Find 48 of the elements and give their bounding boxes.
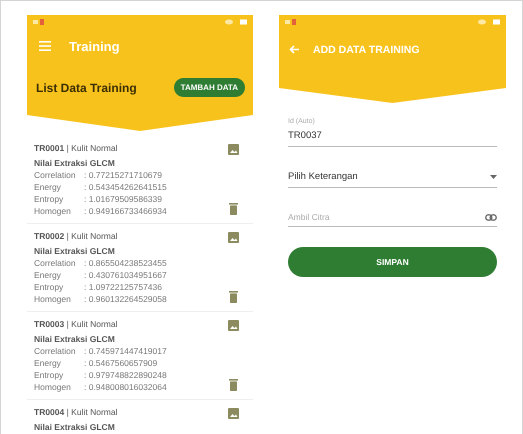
dropdown-field[interactable]: Pilih Keterangan (288, 171, 497, 188)
image-icon[interactable] (228, 320, 239, 331)
record-heading: TR0003 | Kulit Normal (34, 318, 118, 330)
record-heading: TR0004 | Kulit Normal (34, 406, 118, 418)
feature-name: Homogen (34, 293, 72, 305)
feature-value: : 0.979748822890248 (84, 369, 167, 381)
dropdown-caret-icon (490, 174, 497, 178)
feature-name: Entropy (34, 281, 64, 293)
feature-value: : 0.865504238523455 (84, 257, 167, 269)
feature-value: : 0.543454262641515 (84, 181, 167, 193)
save-button[interactable]: SIMPAN (288, 247, 497, 277)
section-title: List Data Training (36, 80, 137, 94)
feature-name: Energy (34, 357, 62, 369)
feature-name: Energy (34, 269, 62, 281)
record-heading: TR0001 | Kulit Normal (34, 142, 118, 154)
feature-value: : 0.430761034951667 (84, 269, 167, 281)
feature-value: : 0.5467560657909 (84, 357, 158, 369)
trash-icon[interactable] (229, 379, 238, 391)
extraction-heading: Nilai Extraksi GLCM (34, 421, 115, 433)
feature-name: Homogen (34, 205, 72, 217)
extraction-heading: Nilai Extraksi GLCM (34, 333, 115, 345)
record-heading: TR0002 | Kulit Normal (34, 230, 118, 242)
feature-name: Homogen (34, 381, 72, 393)
feature-value: : 0.949166733466934 (84, 205, 167, 217)
image-icon[interactable] (228, 144, 239, 155)
feature-value: : 0.745971447419017 (84, 345, 167, 357)
screen-title: ADD DATA TRAINING (313, 44, 420, 56)
extraction-heading: Nilai Extraksi GLCM (34, 245, 115, 257)
feature-value: : 0.960132264529058 (84, 293, 167, 305)
feature-name: Correlation (34, 257, 77, 269)
feature-name: Correlation (34, 169, 77, 181)
trash-icon[interactable] (229, 291, 238, 303)
feature-name: Entropy (34, 193, 64, 205)
feature-name: Entropy (34, 369, 64, 381)
trash-icon[interactable] (229, 203, 238, 215)
screen-title: Training (69, 38, 120, 54)
feature-value: : 1.09722125757436 (84, 281, 162, 293)
field-value: TR0037 (288, 130, 322, 141)
feature-value: : 1.01679509586339 (84, 193, 162, 205)
feature-value: : 0.948008016032064 (84, 381, 167, 393)
image-icon[interactable] (228, 408, 239, 419)
feature-name: Energy (34, 181, 62, 193)
image-icon[interactable] (228, 232, 239, 243)
extraction-heading: Nilai Extraksi GLCM (34, 157, 115, 169)
link-icon[interactable] (485, 214, 497, 220)
feature-name: Correlation (34, 345, 77, 357)
feature-value: : 0.77215271710679 (84, 169, 162, 181)
add-data-button[interactable]: TAMBAH DATA (174, 78, 245, 97)
